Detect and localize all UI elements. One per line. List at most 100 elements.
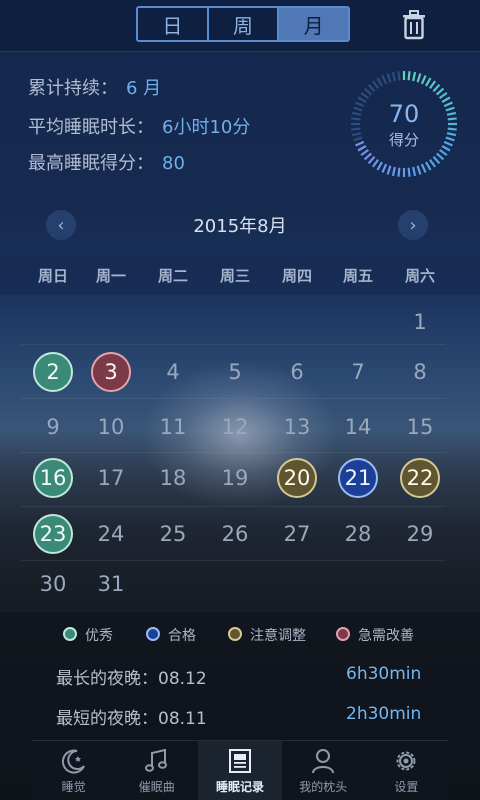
stat-duration-label: 累计持续： — [28, 78, 118, 99]
calendar-day[interactable]: 12 — [215, 407, 255, 447]
weekday-label: 周三 — [219, 267, 250, 285]
calendar-day[interactable]: 25 — [153, 514, 193, 554]
calendar-day[interactable]: 15 — [400, 407, 440, 447]
gauge-tick — [428, 158, 437, 168]
calendar-day[interactable]: 6 — [277, 352, 317, 392]
calendar-day[interactable]: 5 — [215, 352, 255, 392]
gauge-tick — [363, 152, 373, 161]
gear-icon — [396, 751, 416, 771]
stat-avg-sleep-label: 平均睡眠时长： — [28, 117, 154, 138]
gauge-tick — [416, 73, 422, 83]
calendar-day[interactable]: 8 — [400, 352, 440, 392]
stat-avg-sleep: 平均睡眠时长： 6小时10分 — [28, 113, 250, 139]
bottom-tab-bar: 睡觉 催眠曲 睡眠记录 我的枕头 设置 — [32, 740, 448, 800]
tab-my-pillow-label: 我的枕头 — [299, 780, 348, 794]
stat-best-score: 最高睡眠得分： 80 — [28, 149, 185, 175]
tab-week[interactable]: 周 — [208, 8, 280, 40]
longest-night-value: 6h30min — [346, 664, 422, 684]
gauge-tick — [425, 77, 432, 87]
calendar-day[interactable]: 9 — [33, 407, 73, 447]
calendar-day-pass[interactable]: 21 — [338, 458, 378, 498]
tab-my-pillow[interactable]: 我的枕头 — [282, 741, 365, 800]
gauge-tick — [397, 167, 401, 177]
calendar-day[interactable]: 10 — [91, 407, 131, 447]
gauge-tick — [371, 80, 380, 90]
period-segmented-control: 日 周 月 — [136, 6, 350, 42]
chevron-right-icon: › — [409, 214, 417, 236]
calendar-day[interactable]: 24 — [91, 514, 131, 554]
tab-sleep-record-label: 睡眠记录 — [216, 780, 265, 794]
gauge-tick — [438, 148, 448, 157]
calendar-day[interactable]: 28 — [338, 514, 378, 554]
gauge-tick — [420, 75, 427, 85]
weekday-label: 周一 — [95, 267, 126, 285]
gauge-tick — [438, 91, 448, 100]
calendar-day[interactable]: 31 — [91, 564, 131, 604]
top-bar: 日 周 月 — [0, 0, 480, 52]
gauge-tick — [425, 161, 432, 171]
legend-dot-warn — [228, 627, 242, 641]
calendar-day[interactable]: 30 — [33, 564, 73, 604]
tab-lullaby[interactable]: 催眠曲 — [115, 741, 198, 800]
calendar-day[interactable]: 18 — [153, 458, 193, 498]
tab-month[interactable]: 月 — [279, 8, 348, 40]
gauge-tick — [435, 87, 445, 96]
calendar-day-good[interactable]: 23 — [33, 514, 73, 554]
next-month-button[interactable]: › — [398, 210, 428, 240]
gauge-tick — [360, 148, 370, 157]
gauge-tick — [407, 167, 411, 177]
calendar-day[interactable]: 14 — [338, 407, 378, 447]
gauge-tick — [363, 87, 373, 96]
calendar-day-warn[interactable]: 22 — [400, 458, 440, 498]
legend-label-bad: 急需改善 — [358, 628, 414, 644]
calendar-day[interactable]: 11 — [153, 407, 193, 447]
gauge-tick — [381, 75, 388, 85]
gauge-tick — [360, 91, 370, 100]
tab-settings[interactable]: 设置 — [365, 741, 448, 800]
gauge-tick — [432, 83, 441, 93]
calendar-day-bad[interactable]: 3 — [91, 352, 131, 392]
music-note-icon — [144, 748, 167, 772]
calendar-day[interactable]: 1 — [400, 302, 440, 342]
calendar-day[interactable]: 26 — [215, 514, 255, 554]
gauge-tick — [428, 80, 437, 90]
score-label: 得分 — [388, 131, 419, 149]
weekday-label: 周四 — [281, 267, 312, 285]
tab-sleep-record[interactable]: 睡眠记录 — [198, 741, 282, 800]
calendar-day[interactable]: 17 — [91, 458, 131, 498]
stat-avg-sleep-value: 6小时10分 — [162, 117, 251, 138]
prev-month-button[interactable]: ‹ — [46, 210, 76, 240]
calendar-day[interactable]: 7 — [338, 352, 378, 392]
gauge-tick — [371, 158, 380, 168]
calendar-day-good[interactable]: 16 — [33, 458, 73, 498]
gauge-tick — [386, 73, 392, 83]
calendar-day-good[interactable]: 2 — [33, 352, 73, 392]
weekday-label: 周五 — [342, 267, 373, 285]
gauge-tick — [376, 77, 383, 87]
legend-dot-good — [63, 627, 77, 641]
stat-best-score-value: 80 — [162, 153, 185, 174]
record-sheet-icon — [229, 749, 251, 773]
stat-duration: 累计持续： 6 月 — [28, 74, 161, 100]
calendar-title: 2015年8月 — [193, 216, 287, 237]
weekday-label: 周日 — [37, 267, 68, 285]
gauge-tick — [386, 165, 392, 175]
calendar-day-warn[interactable]: 20 — [277, 458, 317, 498]
calendar-day[interactable]: 4 — [153, 352, 193, 392]
tab-day[interactable]: 日 — [138, 8, 209, 40]
trash-icon[interactable] — [400, 10, 428, 40]
calendar-day[interactable]: 13 — [277, 407, 317, 447]
tab-lullaby-label: 催眠曲 — [138, 780, 175, 794]
calendar-day[interactable]: 29 — [400, 514, 440, 554]
gauge-tick — [376, 161, 383, 171]
legend-label-good: 优秀 — [85, 628, 113, 644]
weekday-label: 周二 — [157, 267, 188, 285]
gauge-tick — [432, 155, 441, 165]
chevron-left-icon: ‹ — [57, 214, 65, 236]
calendar-day[interactable]: 19 — [215, 458, 255, 498]
gauge-tick — [412, 166, 417, 177]
calendar-row-divider — [20, 506, 446, 507]
user-icon — [312, 749, 335, 774]
tab-sleep[interactable]: 睡觉 — [32, 741, 115, 800]
calendar-day[interactable]: 27 — [277, 514, 317, 554]
